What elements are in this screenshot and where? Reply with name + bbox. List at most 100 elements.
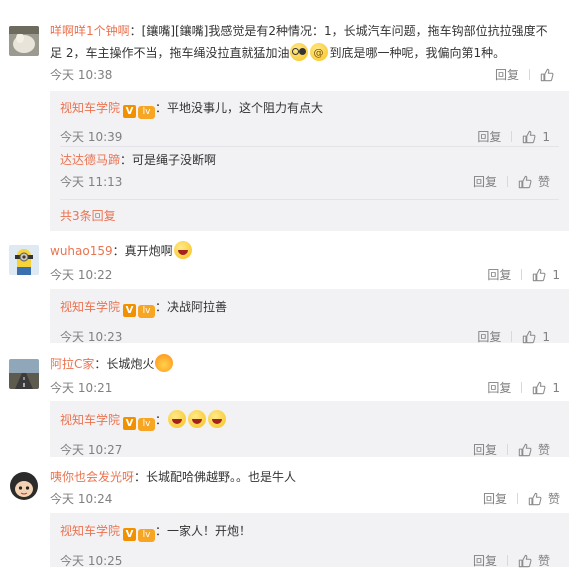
username-link[interactable]: 阿拉C家 bbox=[50, 357, 94, 371]
comment-body: ：长城炮火 bbox=[94, 357, 155, 371]
like-button[interactable]: 赞 bbox=[518, 173, 550, 190]
like-button[interactable] bbox=[540, 68, 560, 82]
more-replies-link[interactable]: 共3条回复 bbox=[60, 207, 116, 224]
comment-meta: 今天 10:38 回复 bbox=[50, 66, 570, 84]
comment-text: 阿拉C家：长城炮火 bbox=[50, 353, 558, 375]
thumbs-up-icon bbox=[528, 492, 542, 506]
divider bbox=[506, 444, 508, 455]
reply-text: 视知车学院 Vlv ：一家人！开炮！ bbox=[60, 522, 251, 542]
username-link[interactable]: 视知车学院 bbox=[60, 300, 120, 314]
username-link[interactable]: 达达德马蹄 bbox=[60, 153, 120, 167]
verified-badge-icon: V bbox=[123, 105, 137, 118]
like-count: 1 bbox=[552, 380, 560, 395]
thumbs-up-icon bbox=[518, 175, 532, 189]
laughing-emoji-icon bbox=[168, 410, 187, 428]
reply-button[interactable]: 回复 bbox=[477, 128, 501, 145]
laughing-emoji-icon bbox=[208, 410, 227, 428]
verified-badge-icon: V bbox=[123, 304, 137, 317]
reply-body: ：可是绳子没断啊 bbox=[120, 153, 217, 167]
reply-thread: 视知车学院 Vlv ：一家人！开炮！ 今天 10:25 回复 赞 bbox=[50, 513, 569, 570]
reply-text: 视知车学院 Vlv ：决战阿拉善 bbox=[60, 298, 227, 318]
thumbs-up-icon bbox=[522, 130, 536, 144]
username-link[interactable]: 咦你也会发光呀 bbox=[50, 470, 134, 484]
divider bbox=[529, 69, 530, 80]
thumbs-up-icon bbox=[522, 330, 536, 344]
comment-body-tail: 到底是哪一种呢，我偏向第1种。 bbox=[329, 46, 506, 60]
thumbs-up-icon bbox=[518, 443, 532, 457]
timestamp: 今天 10:21 bbox=[50, 381, 113, 395]
divider bbox=[511, 331, 513, 342]
like-button[interactable]: 1 bbox=[532, 381, 560, 395]
like-label: 赞 bbox=[547, 492, 560, 506]
timestamp: 今天 10:25 bbox=[60, 554, 123, 568]
reply-button[interactable]: 回复 bbox=[477, 328, 501, 345]
timestamp: 今天 11:13 bbox=[60, 175, 123, 189]
comment-text: 咩啊咩1个钟啊：[鑲嘴][鑲嘴]我感觉是有2种情况：1，长城汽车问题，拖车钩部位… bbox=[50, 20, 558, 65]
level-badge-icon: lv bbox=[138, 305, 156, 318]
timestamp: 今天 10:27 bbox=[60, 443, 123, 457]
fire-emoji-icon bbox=[155, 354, 174, 372]
reply-meta: 今天 10:27 回复 赞 bbox=[60, 441, 560, 459]
username-link[interactable]: 视知车学院 bbox=[60, 413, 120, 427]
like-button[interactable]: 1 bbox=[532, 268, 560, 282]
reply-button[interactable]: 回复 bbox=[473, 552, 497, 569]
thumbs-up-icon bbox=[532, 268, 546, 282]
username-link[interactable]: 咩啊咩1个钟啊 bbox=[50, 24, 130, 38]
glasses-emoji-icon bbox=[290, 43, 309, 61]
level-badge-icon: lv bbox=[138, 529, 156, 542]
like-label: 赞 bbox=[537, 554, 550, 568]
username-link[interactable]: 视知车学院 bbox=[60, 524, 120, 538]
laughing-emoji-icon bbox=[173, 241, 192, 259]
divider bbox=[516, 493, 518, 504]
username-link[interactable]: 视知车学院 bbox=[60, 101, 120, 115]
reply-button[interactable]: 回复 bbox=[487, 266, 511, 283]
verified-badge-icon: V bbox=[123, 417, 137, 430]
timestamp: 今天 10:39 bbox=[60, 130, 123, 144]
like-button[interactable]: 赞 bbox=[518, 441, 550, 458]
minion-avatar-icon bbox=[9, 245, 39, 275]
comment-meta: 今天 10:24 回复 赞 bbox=[50, 490, 570, 508]
reply-body: ：决战阿拉善 bbox=[155, 300, 228, 314]
thumbs-up-icon bbox=[532, 381, 546, 395]
comment-body: ：长城配哈佛越野。。也是牛人 bbox=[134, 470, 297, 484]
reply-button[interactable]: 回复 bbox=[487, 379, 511, 396]
comment-text: 咦你也会发光呀：长城配哈佛越野。。也是牛人 bbox=[50, 466, 558, 488]
laughing-emoji-icon bbox=[188, 410, 207, 428]
user-avatar[interactable] bbox=[9, 245, 39, 275]
reply-meta: 今天 10:25 回复 赞 bbox=[60, 552, 560, 570]
comment-body: ：真开炮啊 bbox=[112, 244, 173, 258]
thumbs-up-icon bbox=[518, 554, 532, 568]
divider bbox=[521, 382, 523, 393]
comment-text: wuhao159：真开炮啊 bbox=[50, 240, 558, 262]
reply-thread: 视知车学院 Vlv： 今天 10:27 回复 赞 bbox=[50, 401, 569, 457]
reply-meta: 今天 10:39 回复 1 bbox=[60, 128, 560, 146]
dizzy-emoji-icon bbox=[310, 43, 329, 65]
like-button[interactable]: 1 bbox=[522, 130, 550, 144]
reply-button[interactable]: 回复 bbox=[473, 441, 497, 458]
reply-meta: 今天 10:23 回复 1 bbox=[60, 328, 560, 346]
divider bbox=[506, 176, 508, 187]
cartoon-face-avatar-icon bbox=[9, 471, 39, 501]
user-avatar[interactable] bbox=[9, 359, 39, 389]
timestamp: 今天 10:38 bbox=[50, 68, 113, 82]
reply-thread: 视知车学院 Vlv ：决战阿拉善 今天 10:23 回复 1 bbox=[50, 289, 569, 346]
reply-text: 视知车学院 Vlv ：平地没事儿，这个阻力有点大 bbox=[60, 99, 323, 119]
user-avatar[interactable] bbox=[9, 471, 39, 501]
reply-button[interactable]: 回复 bbox=[473, 173, 497, 190]
reply-body: ： bbox=[155, 413, 168, 427]
comment-meta: 今天 10:21 回复 1 bbox=[50, 379, 570, 397]
like-button[interactable]: 1 bbox=[522, 330, 550, 344]
username-link[interactable]: wuhao159 bbox=[50, 244, 113, 258]
reply-button[interactable]: 回复 bbox=[483, 490, 507, 507]
level-badge-icon: lv bbox=[138, 418, 156, 431]
like-button[interactable]: 赞 bbox=[528, 490, 560, 507]
like-button[interactable]: 赞 bbox=[518, 552, 550, 569]
verified-badge-icon: V bbox=[123, 528, 137, 541]
like-count: 1 bbox=[542, 329, 550, 344]
like-label: 赞 bbox=[537, 443, 550, 457]
user-avatar[interactable] bbox=[9, 26, 39, 56]
reply-button[interactable]: 回复 bbox=[495, 66, 519, 83]
divider bbox=[511, 131, 513, 142]
like-count: 1 bbox=[552, 267, 560, 282]
reply-divider bbox=[60, 146, 559, 147]
